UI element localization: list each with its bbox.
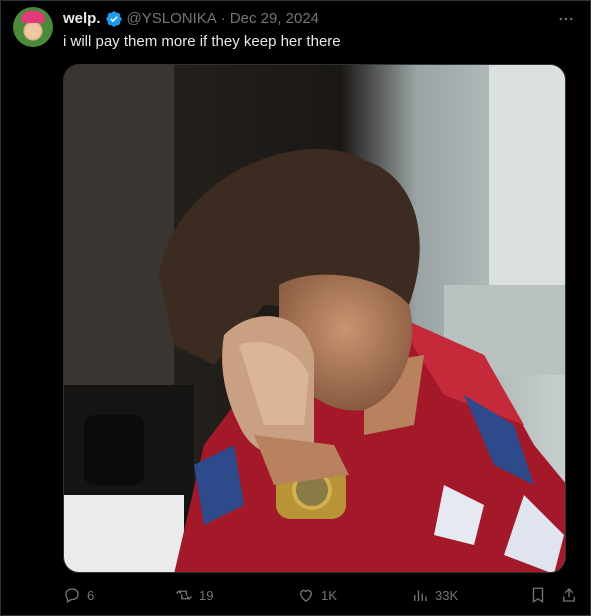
author-handle[interactable]: @YSLONIKA: [127, 9, 217, 29]
tweet-date[interactable]: Dec 29, 2024: [230, 9, 319, 29]
views-count: 33K: [435, 587, 459, 603]
tweet-card[interactable]: welp. @YSLONIKA · Dec 29, 2024 i will pa…: [0, 0, 591, 616]
avatar-face: [25, 23, 41, 39]
reply-icon: [65, 588, 79, 603]
author-avatar[interactable]: [13, 7, 53, 47]
retweet-icon: [176, 590, 192, 600]
like-button[interactable]: 1K: [297, 586, 337, 604]
heart-icon: [300, 589, 312, 602]
tweet-header: welp. @YSLONIKA · Dec 29, 2024: [63, 9, 319, 29]
author-name[interactable]: welp.: [63, 9, 101, 29]
verified-badge-icon: [105, 10, 123, 28]
bookmark-button[interactable]: [529, 586, 547, 604]
views-bar-chart-icon: [414, 590, 427, 601]
reply-button[interactable]: 6: [63, 586, 94, 604]
like-count: 1K: [321, 587, 337, 603]
more-dots-icon[interactable]: [556, 9, 576, 29]
reply-count: 6: [87, 587, 95, 603]
praying-woman-photo: [64, 65, 565, 572]
header-separator: ·: [220, 10, 226, 27]
retweet-count: 19: [199, 587, 214, 603]
share-icon: [563, 588, 575, 602]
tweet-actions-bar: 6 19 1K 33K: [63, 586, 583, 608]
tweet-text: i will pay them more if they keep her th…: [63, 33, 341, 50]
share-button[interactable]: [560, 586, 578, 604]
bookmark-icon: [532, 587, 544, 604]
tweet-media-image[interactable]: [63, 64, 566, 573]
retweet-button[interactable]: 19: [175, 586, 213, 604]
views-button[interactable]: 33K: [411, 586, 458, 604]
avatar-hat: [21, 11, 45, 23]
